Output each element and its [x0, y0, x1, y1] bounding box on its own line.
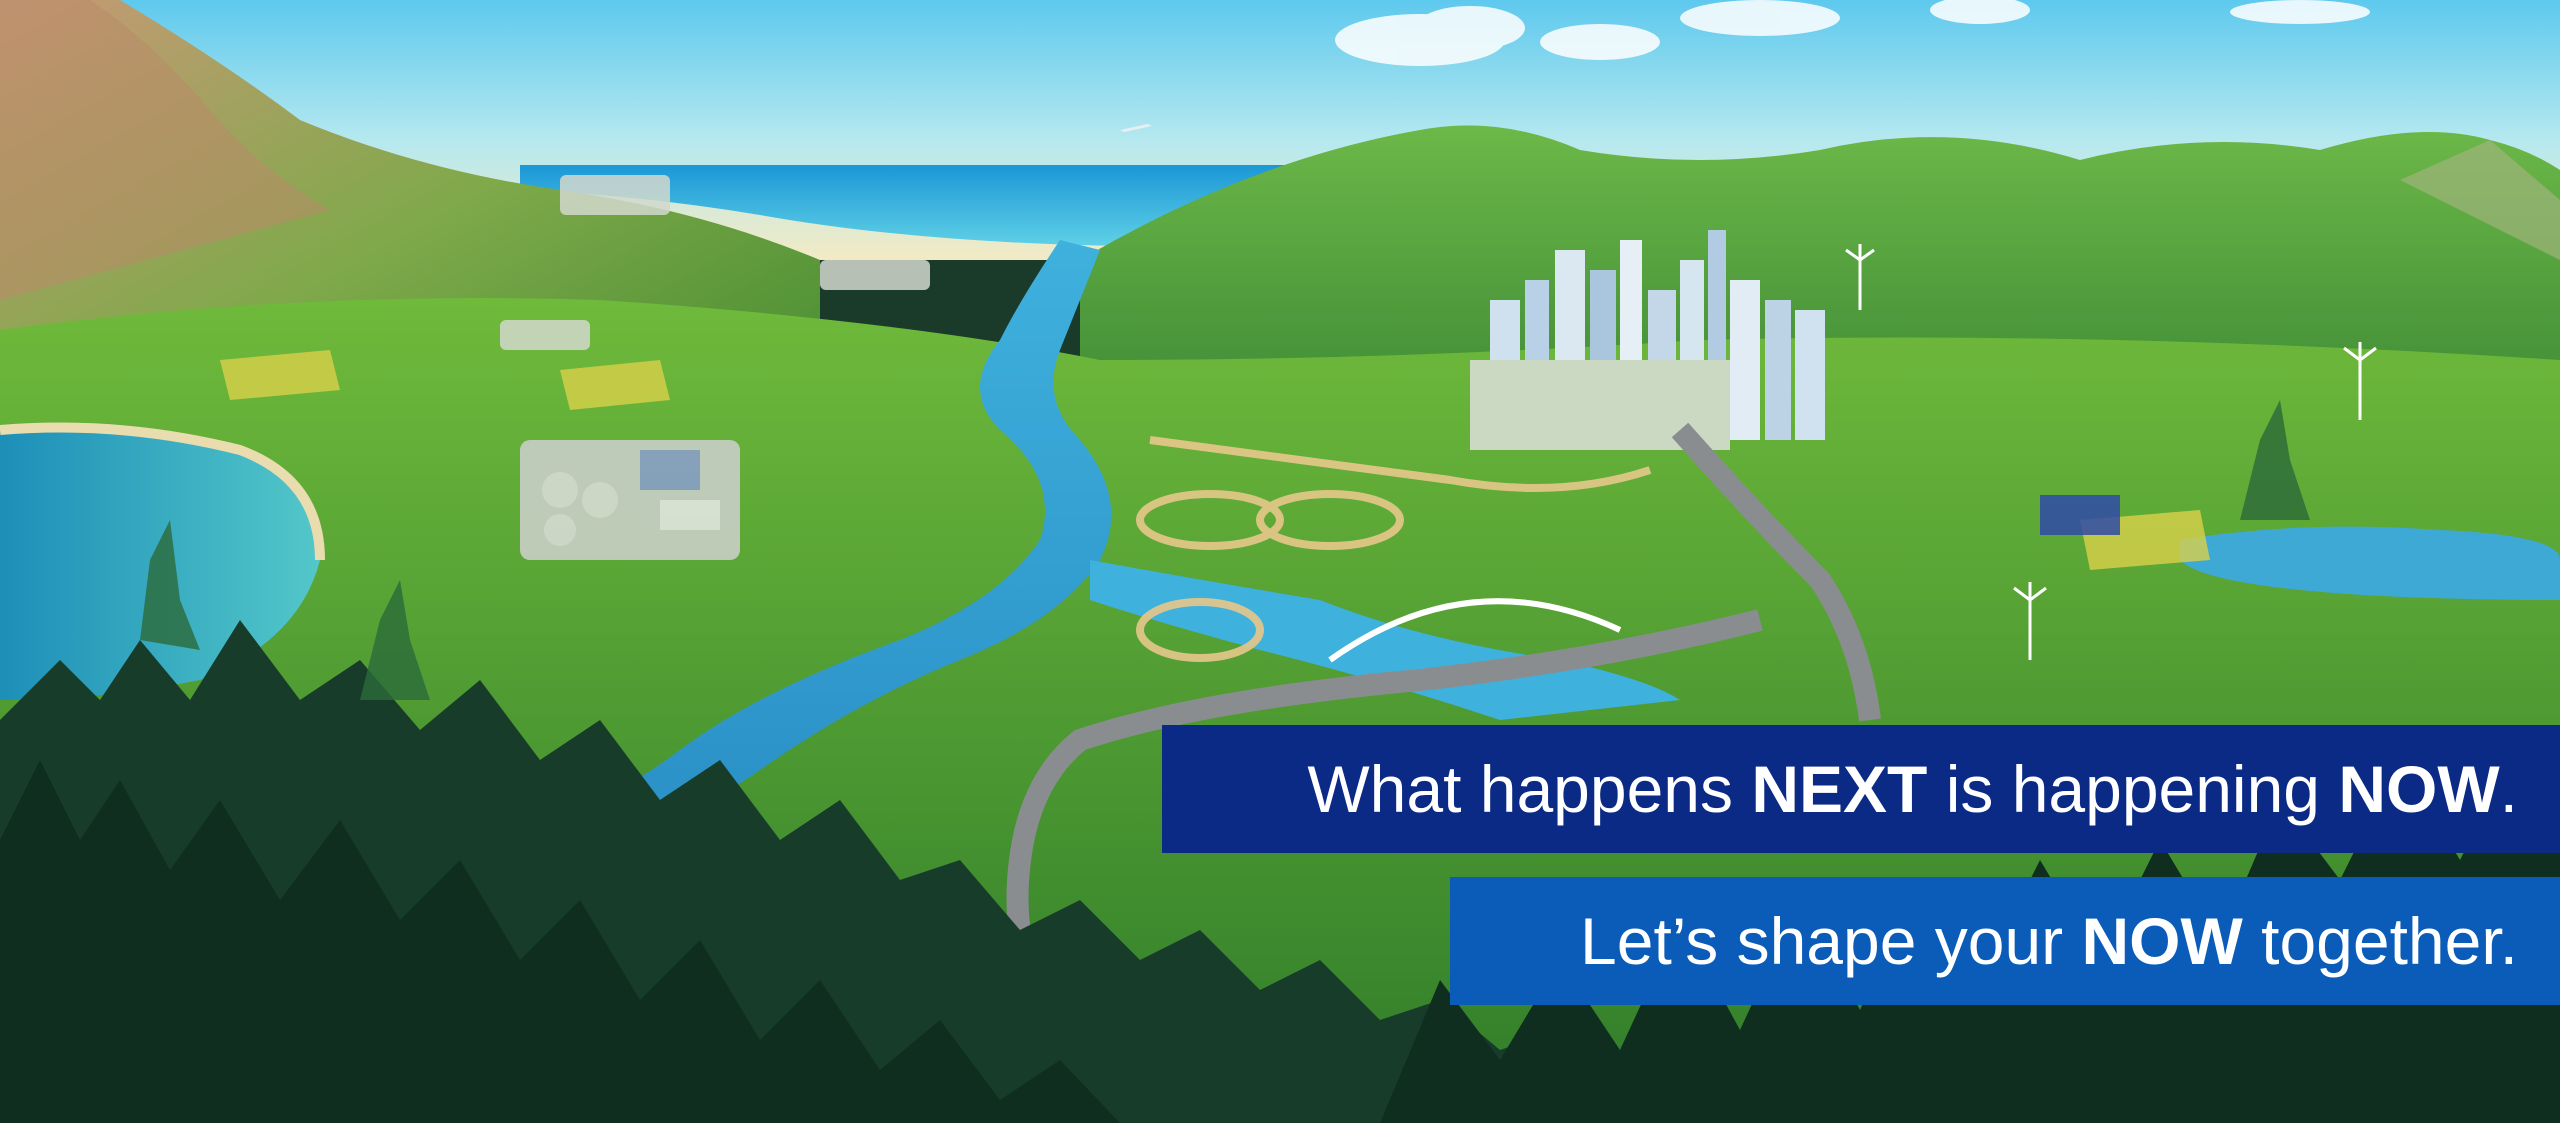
headline-banner: What happens NEXT is happening NOW. — [1162, 725, 2560, 853]
subheadline-part-3: together. — [2242, 904, 2518, 978]
subheadline-text: Let’s shape your NOW together. — [1580, 908, 2518, 974]
subheadline-part-1: Let’s shape your — [1580, 904, 2082, 978]
headline-part-1: What happens — [1307, 752, 1752, 826]
hero-banner: What happens NEXT is happening NOW. Let’… — [0, 0, 2560, 1123]
headline-part-3: is happening — [1927, 752, 2339, 826]
subheadline-emphasis-now: NOW — [2081, 904, 2243, 978]
headline-part-5: . — [2499, 752, 2518, 826]
headline-text: What happens NEXT is happening NOW. — [1307, 756, 2518, 822]
headline-emphasis-now: NOW — [2338, 752, 2500, 826]
headline-emphasis-next: NEXT — [1751, 752, 1928, 826]
facility — [520, 440, 740, 560]
subheadline-banner: Let’s shape your NOW together. — [1450, 877, 2560, 1005]
